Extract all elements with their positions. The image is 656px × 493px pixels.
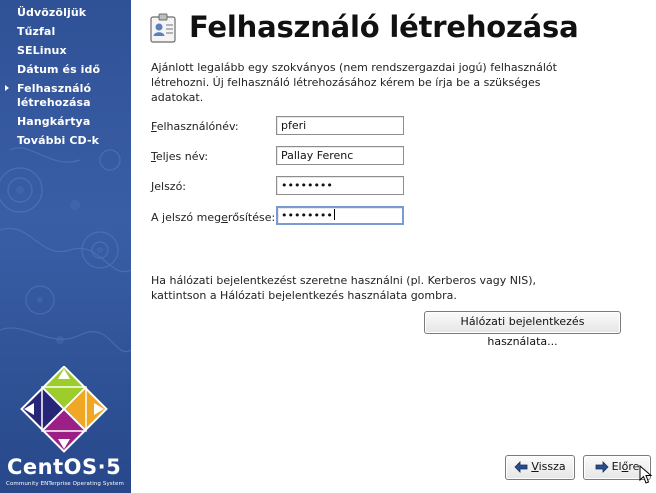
sidebar: Üdvözöljük Tűzfal SELinux Dátum és idő F…: [0, 0, 131, 493]
fullname-value: Pallay Ferenc: [281, 149, 354, 162]
label-post: eljes név:: [155, 150, 209, 163]
sidebar-item-udvozoljuk: Üdvözöljük: [0, 5, 131, 24]
sidebar-item-label: Felhasználó: [17, 82, 92, 95]
label-post: elhasználónév:: [156, 120, 239, 133]
sidebar-item-tovabbi-cd: További CD-k: [0, 133, 131, 152]
label-mnemonic: e: [221, 211, 228, 224]
arrow-left-icon: [514, 461, 528, 473]
centos-logo-tagline: Community ENTerprise Operating System: [6, 481, 124, 487]
sidebar-item-label: További CD-k: [17, 134, 100, 147]
user-id-card-icon: [150, 13, 176, 43]
logo-name-sep: ·: [97, 455, 107, 479]
username-value: pferi: [281, 119, 307, 132]
sidebar-item-label: SELinux: [17, 44, 67, 57]
fullname-field[interactable]: Pallay Ferenc: [276, 146, 404, 165]
back-label-mnemonic: V: [531, 460, 539, 473]
sidebar-item-label: Üdvözöljük: [17, 6, 87, 19]
arrow-right-icon: [595, 461, 609, 473]
sidebar-item-datum: Dátum és idő: [0, 62, 131, 81]
sidebar-item-hangkartya: Hangkártya: [0, 114, 131, 133]
next-label-post: re: [628, 460, 640, 473]
intro-text: Ajánlott legalább egy szokványos (nem re…: [151, 61, 557, 104]
password-label: Jelszó:: [151, 180, 186, 193]
network-login-text: Ha hálózati bejelentkezést szeretne hasz…: [151, 274, 537, 302]
username-label: Felhasználónév:: [151, 120, 239, 133]
back-label-post: issza: [538, 460, 566, 473]
text-caret: [333, 209, 335, 220]
username-field[interactable]: pferi: [276, 116, 404, 135]
mouse-pointer-icon: [639, 465, 653, 484]
current-step-arrow-icon: [5, 85, 9, 91]
password-value: ••••••••: [281, 179, 333, 192]
label-post: rősítése:: [227, 211, 276, 224]
logo-name-left: CentOS: [7, 455, 98, 479]
sidebar-item-label: Hangkártya: [17, 115, 91, 128]
password-field[interactable]: ••••••••: [276, 176, 404, 195]
sidebar-item-tuzfal: Tűzfal: [0, 24, 131, 43]
main-panel: Felhasználó létrehozása Ajánlott legaláb…: [131, 0, 656, 493]
next-label-pre: El: [611, 460, 622, 473]
sidebar-item-label: létrehozása: [17, 96, 91, 109]
sidebar-nav: Üdvözöljük Tűzfal SELinux Dátum és idő F…: [0, 5, 131, 152]
sidebar-item-label: Tűzfal: [17, 25, 56, 38]
confirm-password-value: ••••••••: [281, 209, 333, 222]
sidebar-item-felhasznalo-current: Felhasználó létrehozása: [0, 81, 131, 114]
sidebar-item-label: Dátum és idő: [17, 63, 101, 76]
confirm-password-label: A jelszó megerősítése:: [151, 211, 275, 224]
confirm-password-field[interactable]: ••••••••: [276, 206, 404, 225]
network-login-button[interactable]: Hálózati bejelentkezés használata...: [424, 311, 621, 348]
label-post: elszó:: [154, 180, 187, 193]
fullname-label: Teljes név:: [151, 150, 208, 163]
logo-name-right: 5: [106, 455, 122, 479]
back-button[interactable]: Vissza: [505, 455, 575, 480]
page-title: Felhasználó létrehozása: [189, 10, 579, 44]
centos-logo-text: CentOS·5: [7, 455, 121, 479]
label-pre: A jelszó meg: [151, 211, 222, 224]
sidebar-item-selinux: SELinux: [0, 43, 131, 62]
